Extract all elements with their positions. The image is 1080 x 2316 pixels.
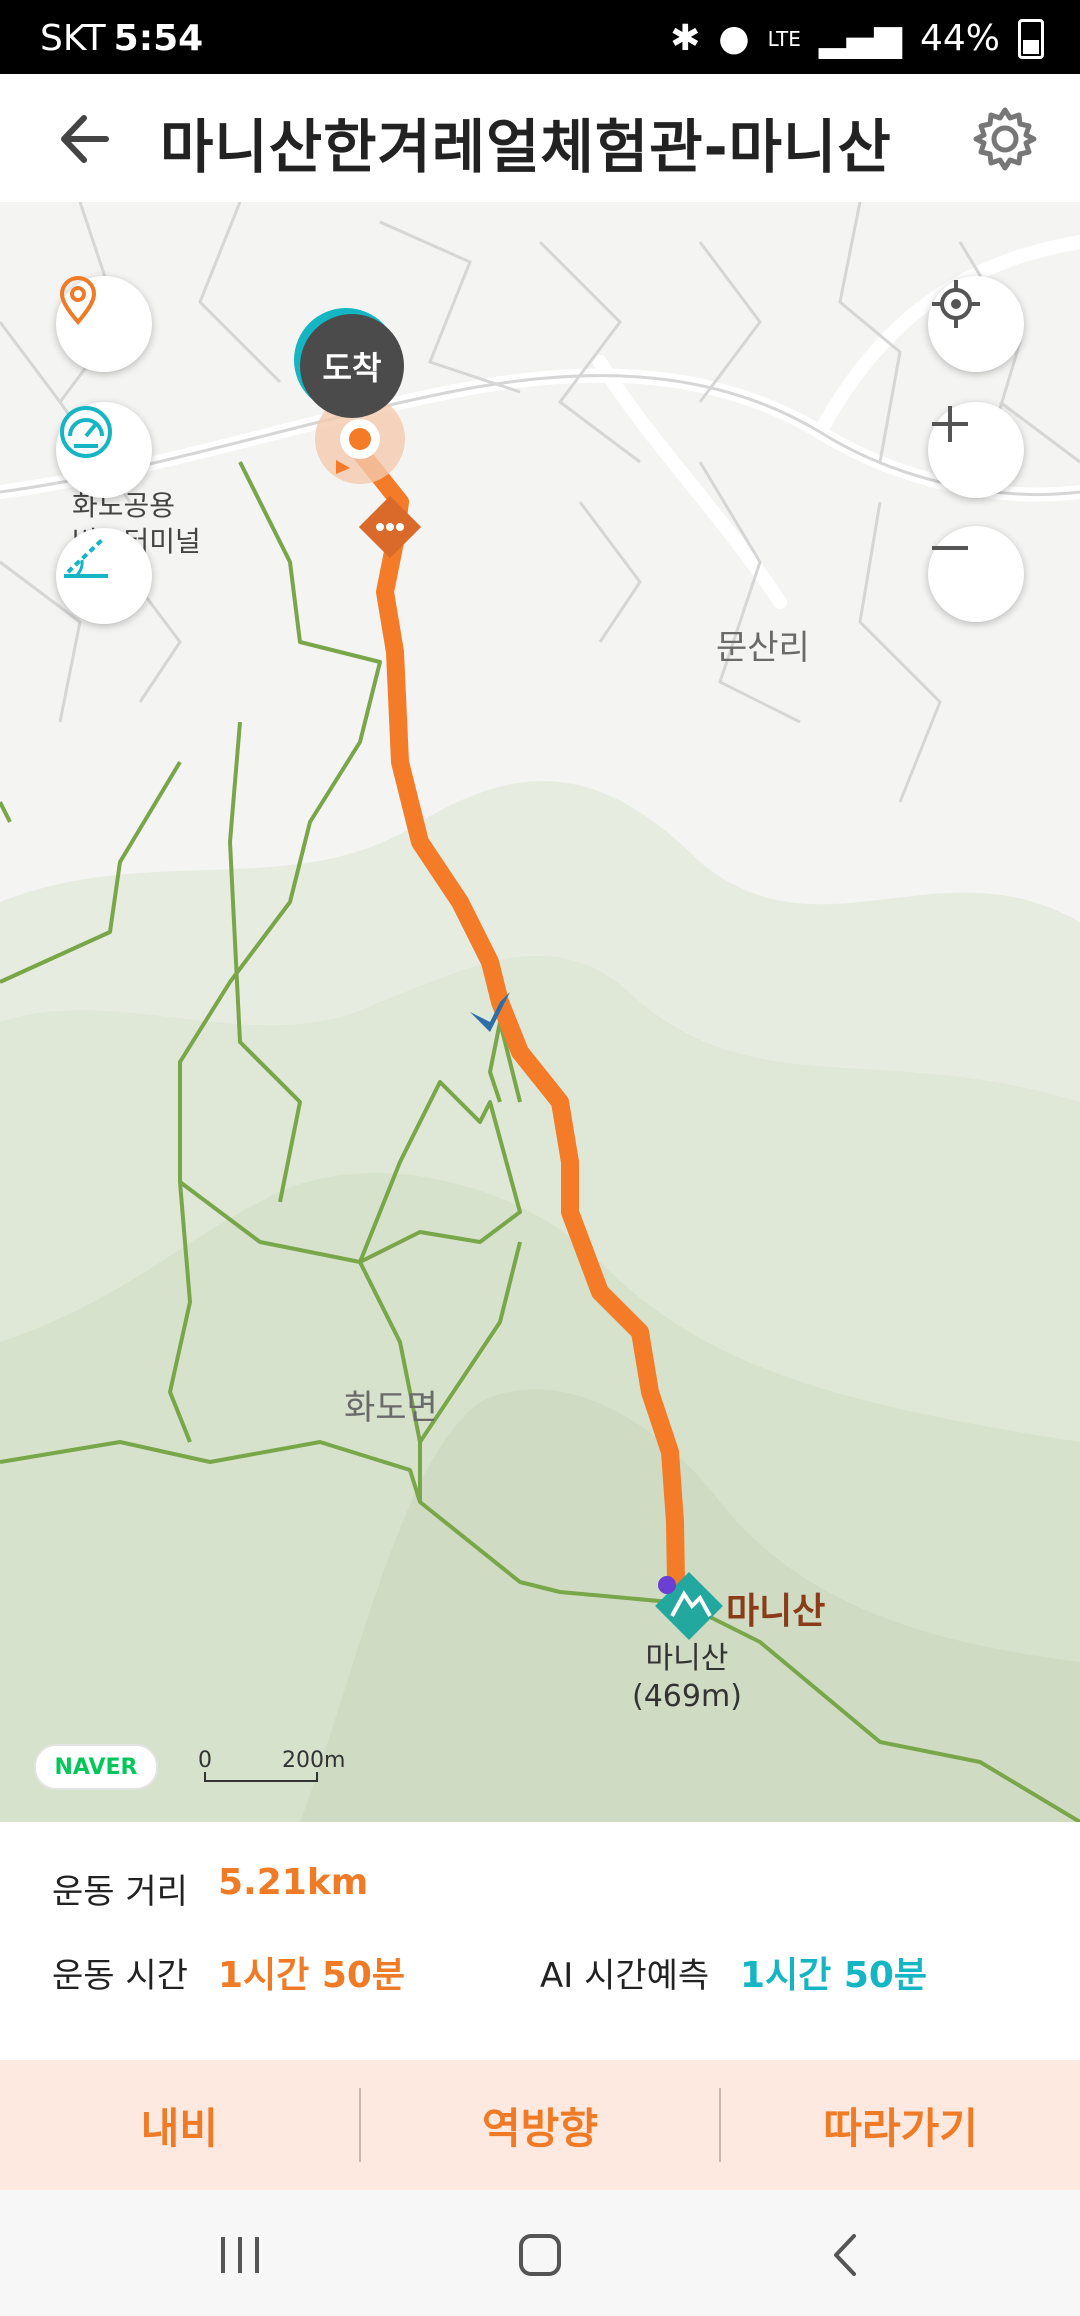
time-label: 운동 시간	[52, 1956, 188, 1996]
distance-label: 운동 거리	[52, 1872, 188, 1912]
peak-caption: 마니산 (469m)	[632, 1640, 742, 1716]
clock: 5:54	[113, 18, 204, 59]
my-location-icon	[932, 280, 980, 328]
bluetooth-icon: ✱	[670, 18, 701, 59]
zoom-in-icon	[932, 406, 968, 442]
ai-time-label: AI 시간예측	[540, 1956, 710, 1996]
arrival-label: 도착	[322, 349, 382, 387]
time-value: 1시간 50분	[218, 1955, 406, 1996]
slope-icon	[64, 536, 108, 578]
route-stats-panel: 운동 거리 5.21km 운동 시간 1시간 50분 AI 시간예측 1시간 5…	[0, 1822, 1080, 2060]
distance-value: 5.21km	[218, 1862, 369, 1903]
gear-icon[interactable]	[970, 104, 1040, 174]
app-header: 마니산한겨레얼체험관-마니산	[0, 74, 1080, 202]
map-view[interactable]: 도착 화도공용 버스터미널 문산리 화도면 마니산 마니산 (469m)	[0, 202, 1080, 1822]
status-left: SKT 5:54	[40, 18, 203, 59]
zoom-out-icon	[932, 546, 968, 550]
scale-start: 0	[198, 1748, 212, 1773]
waypoint-marker[interactable]	[358, 495, 422, 559]
status-bar: SKT 5:54 ✱ ● LTE ▂▄▆ 44%	[0, 0, 1080, 74]
ai-time-value: 1시간 50분	[740, 1955, 928, 1996]
zoom-out-button[interactable]	[928, 526, 1024, 622]
map-canvas	[0, 202, 1080, 1822]
zoom-in-button[interactable]	[928, 402, 1024, 498]
battery-icon	[1018, 18, 1044, 59]
back-arrow-icon[interactable]	[50, 104, 130, 174]
page-title: 마니산한겨레얼체험관-마니산	[160, 113, 892, 181]
recents-icon[interactable]	[200, 2220, 280, 2290]
arrival-badge: 도착	[294, 308, 404, 418]
slope-button[interactable]	[56, 528, 152, 624]
my-location-button[interactable]	[928, 276, 1024, 372]
naver-logo: NAVER	[34, 1744, 158, 1790]
back-icon[interactable]	[806, 2220, 886, 2290]
peak-title: 마니산	[726, 1591, 826, 1632]
reverse-button[interactable]: 역방향	[361, 2060, 720, 2190]
action-bar: 내비 역방향 따라가기	[0, 2060, 1080, 2190]
speedometer-button[interactable]	[56, 402, 152, 498]
peak-sub: 마니산	[645, 1641, 729, 1676]
map-scale: 0 200m	[198, 1748, 345, 1788]
scale-end: 200m	[282, 1748, 346, 1773]
location-icon: ●	[718, 18, 750, 59]
home-icon[interactable]	[500, 2220, 580, 2290]
location-pin-icon	[59, 276, 97, 326]
lte-label: LTE	[767, 26, 801, 51]
system-nav-bar	[0, 2190, 1080, 2316]
map-label-village: 문산리	[716, 628, 810, 668]
carrier-label: SKT	[40, 18, 106, 59]
location-pin-button[interactable]	[56, 276, 152, 372]
signal-icon: ▂▄▆	[818, 18, 902, 59]
battery-level: 44%	[919, 18, 1000, 59]
status-right: ✱ ● LTE ▂▄▆ 44%	[670, 18, 1044, 59]
map-label-district: 화도면	[344, 1388, 438, 1428]
speedometer-icon	[60, 406, 112, 458]
navi-button[interactable]: 내비	[0, 2060, 359, 2190]
follow-button[interactable]: 따라가기	[721, 2060, 1080, 2190]
peak-elevation: (469m)	[632, 1679, 742, 1714]
